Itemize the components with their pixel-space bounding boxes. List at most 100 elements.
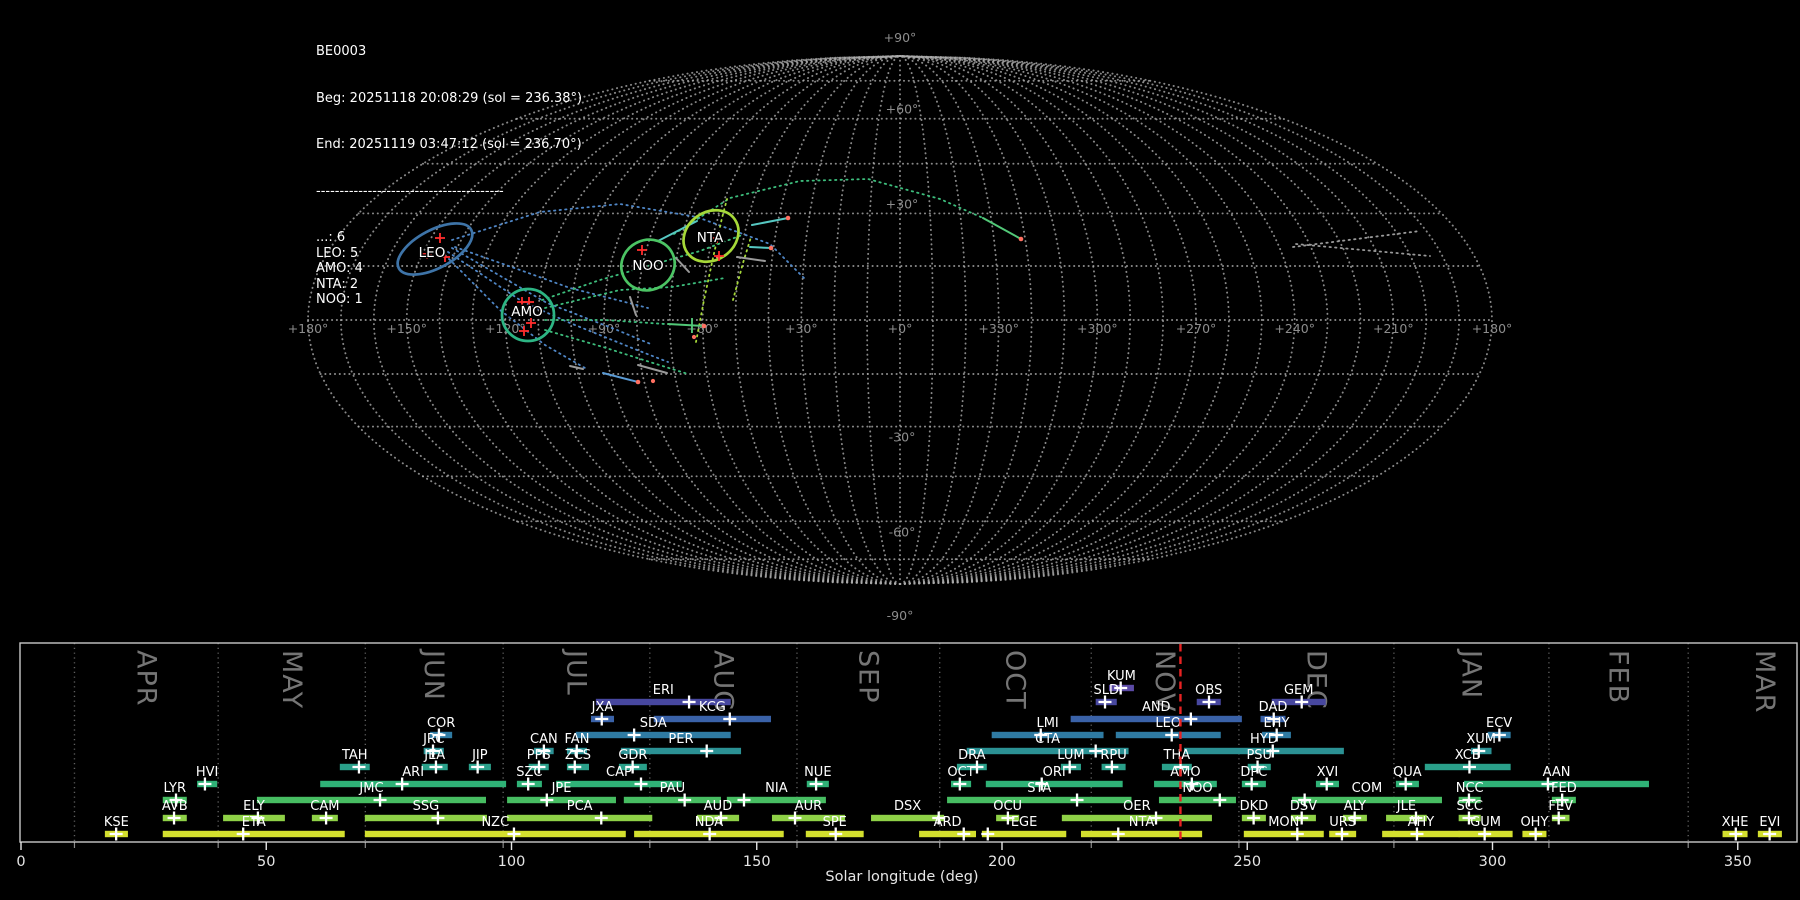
shower-label-EHY: EHY <box>1263 716 1289 731</box>
shower-label-KCG: KCG <box>699 700 726 715</box>
meteor-end-dot <box>701 323 707 329</box>
grid-meridian <box>899 55 1395 585</box>
shower-label-SSG: SSG <box>413 799 440 814</box>
meteor-end-dot <box>1018 236 1024 242</box>
shower-label-STA: STA <box>1027 781 1051 796</box>
latitude-label: +60° <box>886 102 919 117</box>
shower-label-DSX: DSX <box>894 799 921 814</box>
shower-label-THA: THA <box>1163 748 1191 763</box>
meteor-end-dot <box>768 245 774 251</box>
shower-label-URS: URS <box>1329 815 1356 830</box>
observation-header: BE0003 Beg: 20251118 20:08:29 (sol = 236… <box>316 13 582 339</box>
meteor-path <box>749 246 772 249</box>
shower-label-KSE: KSE <box>104 815 129 830</box>
longitude-label: +240° <box>1274 321 1315 336</box>
x-tick-label: 100 <box>498 854 526 870</box>
meteor-end-dot <box>691 334 697 340</box>
x-tick-label: 300 <box>1479 854 1507 870</box>
figure-canvas: +90°-90°+60°+30°-30°-60°+180° +150° +120° +… <box>16 30 1798 885</box>
shower-label-OCT: OCT <box>947 765 974 780</box>
shower-label-ECV: ECV <box>1486 716 1512 731</box>
shower-label-ZCS: ZCS <box>565 748 591 763</box>
shower-label-CTA: CTA <box>1035 732 1060 747</box>
shower-label-CAP: CAP <box>606 765 632 780</box>
shower-label-DPC: DPC <box>1240 765 1267 780</box>
shower-label-AND: AND <box>1142 700 1171 715</box>
meteor-end-dot <box>635 379 641 385</box>
shower-bar-ETA <box>162 830 345 838</box>
shower-label-FED: FED <box>1551 781 1577 796</box>
longitude-label: +90° <box>588 321 621 336</box>
shower-label-CAN: CAN <box>530 732 558 747</box>
shower-label-LEO: LEO <box>1155 716 1181 731</box>
month-label-FEB: FEB <box>1603 650 1634 704</box>
shower-label-JRC: JRC <box>422 732 444 747</box>
shower-label-GDR: GDR <box>618 748 647 763</box>
pole-label-north: +90° <box>884 30 917 45</box>
meteor-path <box>751 217 789 226</box>
shower-label-JEA: JEA <box>423 748 445 763</box>
month-label-JUN: JUN <box>418 648 449 701</box>
latitude-label: -60° <box>889 524 916 539</box>
shower-label-AVB: AVB <box>162 799 188 814</box>
shower-label-ERI: ERI <box>653 683 674 698</box>
shower-label-SCC: SCC <box>1456 799 1482 814</box>
x-tick-label: 350 <box>1724 854 1752 870</box>
shower-bar-SSG <box>364 814 487 822</box>
shower-label-PAU: PAU <box>660 781 685 796</box>
shower-label-NIA: NIA <box>765 781 788 796</box>
shower-label-NTA: NTA <box>1129 815 1155 830</box>
shower-label-LMI: LMI <box>1036 716 1058 731</box>
separator-line: ---------------------------------------- <box>316 183 504 199</box>
x-tick-label: 250 <box>1233 854 1261 870</box>
shower-label-AUR: AUR <box>795 799 822 814</box>
shower-label-DRA: DRA <box>958 748 986 763</box>
shower-label-OER: OER <box>1123 799 1150 814</box>
meteor-end-dot <box>650 378 656 384</box>
shower-label-DSV: DSV <box>1290 799 1317 814</box>
shower-bar-PCA <box>507 814 653 822</box>
shower-label-NOO: NOO <box>1182 781 1212 796</box>
shower-label-JMC: JMC <box>358 781 383 796</box>
shower-label-JIP: JIP <box>471 748 488 763</box>
x-tick-label: 50 <box>257 854 275 870</box>
meteor-path <box>657 220 698 242</box>
shower-label-JLE: JLE <box>1396 799 1416 814</box>
month-label-MAY: MAY <box>276 650 307 709</box>
count-line: LEO: 5 <box>316 245 359 261</box>
shower-label-SPE: SPE <box>823 815 847 830</box>
longitude-label: +0° <box>888 321 913 336</box>
shower-bar-KCG <box>653 715 771 723</box>
longitude-label: +300° <box>1077 321 1118 336</box>
shower-bar-MON <box>1243 830 1324 838</box>
month-label-JAN: JAN <box>1455 648 1486 699</box>
meteor-trail-NTA <box>732 236 752 301</box>
shower-label-NUE: NUE <box>804 765 831 780</box>
pole-label-south: -90° <box>887 608 914 623</box>
shower-label-ORI: ORI <box>1043 765 1066 780</box>
meteor-trail-SPO <box>1292 230 1421 248</box>
shower-label-KUM: KUM <box>1107 669 1136 684</box>
shower-label-AUD: AUD <box>704 799 732 814</box>
shower-label-XUM: XUM <box>1466 732 1496 747</box>
shower-label-EGE: EGE <box>1011 815 1038 830</box>
shower-bar-SDA <box>575 731 731 739</box>
shower-label-LUM: LUM <box>1057 748 1084 763</box>
shower-label-JPE: JPE <box>551 781 572 796</box>
shower-label-HVI: HVI <box>196 765 219 780</box>
longitude-label: +270° <box>1176 321 1217 336</box>
meteor-path <box>982 217 1022 240</box>
shower-label-SDA: SDA <box>640 716 667 731</box>
station-id: BE0003 <box>316 44 367 59</box>
shower-label-ALY: ALY <box>1344 799 1366 814</box>
shower-label-HYD: HYD <box>1250 732 1278 747</box>
month-label-SEP: SEP <box>852 650 883 703</box>
shower-bar-STA <box>947 796 1132 804</box>
meteor-path <box>629 296 637 316</box>
shower-label-XCB: XCB <box>1455 748 1481 763</box>
shower-label-RPU: RPU <box>1100 748 1126 763</box>
longitude-label: +180° <box>1472 321 1513 336</box>
shower-label-AAN: AAN <box>1543 765 1571 780</box>
activity-timeline: APR MAY JUN JUL AUG SEP OCT NOV DEC JAN FEB MARKUME… <box>16 642 1798 870</box>
latitude-label: -30° <box>889 430 916 445</box>
